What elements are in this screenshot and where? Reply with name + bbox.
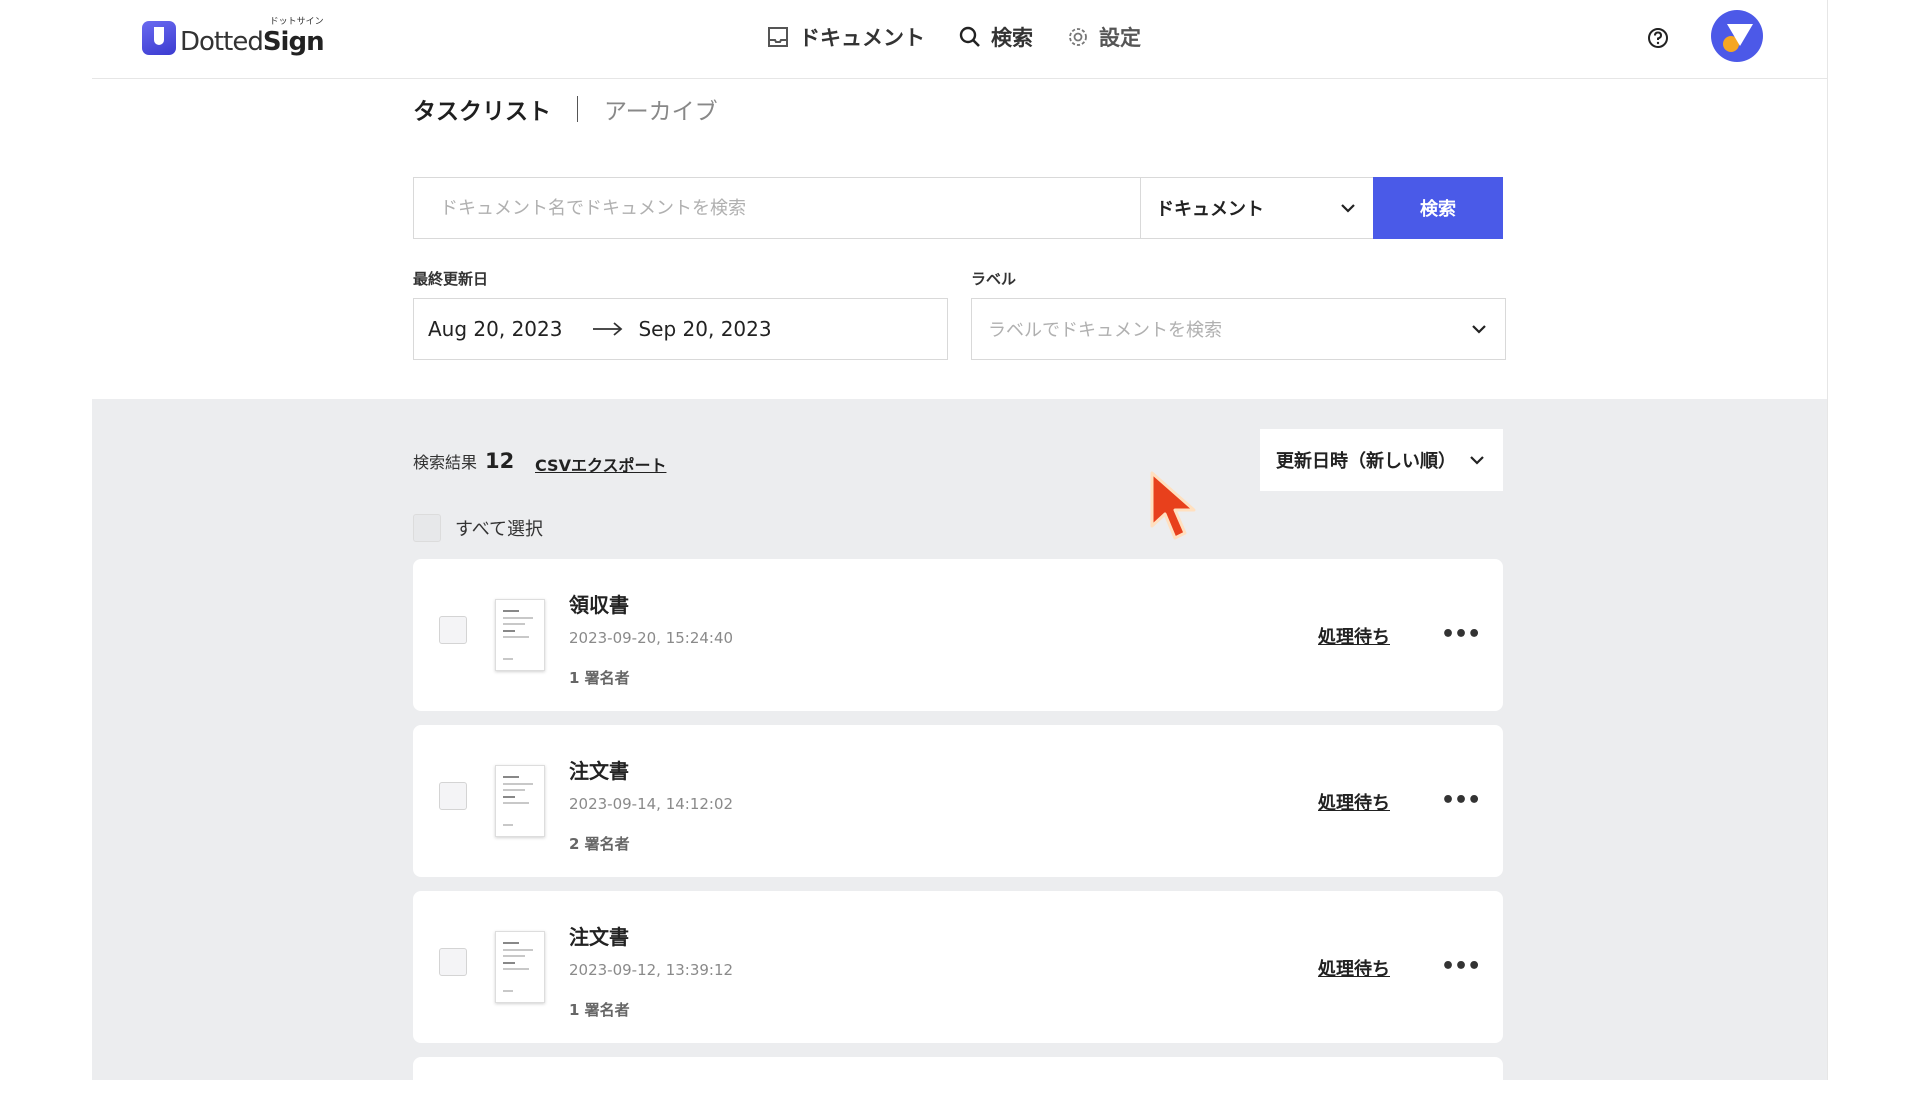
help-circle-icon bbox=[1648, 28, 1668, 48]
document-card-partial[interactable] bbox=[413, 1057, 1503, 1097]
document-title[interactable]: 注文書 bbox=[569, 755, 629, 784]
document-status-link[interactable]: 処理待ち bbox=[1318, 623, 1390, 649]
more-options-icon[interactable]: ••• bbox=[1441, 788, 1481, 813]
nav-search[interactable]: 検索 bbox=[959, 22, 1033, 52]
document-card[interactable]: 注文書 2023-09-14, 14:12:02 2 署名者 処理待ち ••• bbox=[413, 725, 1503, 877]
date-from[interactable]: Aug 20, 2023 bbox=[428, 317, 562, 341]
document-thumbnail bbox=[495, 765, 545, 837]
results-panel: 検索結果 12 CSVエクスポート 更新日時（新しい順） すべて選択 領収書 2… bbox=[92, 399, 1827, 1097]
document-title[interactable]: 領収書 bbox=[569, 589, 629, 618]
select-all-checkbox[interactable] bbox=[413, 514, 441, 542]
arrow-right-icon bbox=[593, 322, 623, 336]
results-count: 検索結果 12 bbox=[413, 449, 514, 473]
document-thumbnail bbox=[495, 931, 545, 1003]
search-input[interactable] bbox=[413, 177, 1141, 239]
mouse-cursor-icon bbox=[1150, 471, 1196, 540]
logo-ruby: ドットサイン bbox=[269, 17, 324, 27]
help-button[interactable] bbox=[1647, 27, 1669, 53]
chevron-down-icon bbox=[1341, 204, 1355, 213]
more-options-icon[interactable]: ••• bbox=[1441, 954, 1481, 979]
app-window: ドットサイン DottedSign ドキュメント 検索 設定 タスクリスト アー… bbox=[92, 0, 1828, 1097]
document-type-select[interactable]: ドキュメント bbox=[1140, 177, 1375, 239]
document-date: 2023-09-12, 13:39:12 bbox=[569, 961, 734, 979]
document-card[interactable]: 注文書 2023-09-12, 13:39:12 1 署名者 処理待ち ••• bbox=[413, 891, 1503, 1043]
sort-select-value: 更新日時（新しい順） bbox=[1276, 451, 1456, 472]
document-checkbox[interactable] bbox=[439, 616, 467, 644]
document-title[interactable]: 注文書 bbox=[569, 921, 629, 950]
csv-export-link[interactable]: CSVエクスポート bbox=[535, 452, 666, 476]
label-filter-label: ラベル bbox=[971, 270, 1017, 288]
document-status-link[interactable]: 処理待ち bbox=[1318, 955, 1390, 981]
tabs: タスクリスト アーカイブ bbox=[413, 92, 718, 126]
label-select[interactable]: ラベルでドキュメントを検索 bbox=[971, 298, 1506, 360]
results-count-label: 検索結果 bbox=[413, 453, 478, 472]
nav-settings[interactable]: 設定 bbox=[1067, 22, 1141, 52]
document-date: 2023-09-14, 14:12:02 bbox=[569, 795, 734, 813]
logo-name: DottedSign bbox=[180, 27, 325, 57]
select-all[interactable]: すべて選択 bbox=[413, 514, 543, 542]
select-all-label: すべて選択 bbox=[455, 519, 544, 540]
main-nav: ドキュメント 検索 設定 bbox=[767, 22, 1141, 52]
document-signers: 2 署名者 bbox=[569, 835, 630, 853]
tab-divider bbox=[577, 96, 578, 122]
nav-documents-label: ドキュメント bbox=[799, 26, 925, 50]
tab-tasklist[interactable]: タスクリスト bbox=[413, 92, 551, 126]
gear-icon bbox=[1069, 28, 1087, 46]
document-checkbox[interactable] bbox=[439, 948, 467, 976]
top-header: ドットサイン DottedSign ドキュメント 検索 設定 bbox=[92, 0, 1827, 79]
nav-documents[interactable]: ドキュメント bbox=[767, 22, 925, 52]
document-card[interactable]: 領収書 2023-09-20, 15:24:40 1 署名者 処理待ち ••• bbox=[413, 559, 1503, 711]
date-filter-label: 最終更新日 bbox=[413, 270, 489, 288]
dottedsign-logo[interactable]: ドットサイン DottedSign bbox=[142, 17, 325, 57]
results-count-number: 12 bbox=[485, 449, 515, 473]
logo-mark-icon bbox=[142, 21, 176, 55]
nav-search-label: 検索 bbox=[991, 26, 1033, 50]
tab-archive[interactable]: アーカイブ bbox=[604, 92, 718, 126]
inbox-icon bbox=[768, 27, 788, 47]
search-button[interactable]: 検索 bbox=[1373, 177, 1503, 239]
date-range-picker[interactable]: Aug 20, 2023 Sep 20, 2023 bbox=[413, 298, 948, 360]
avatar[interactable] bbox=[1711, 10, 1763, 62]
nav-settings-label: 設定 bbox=[1099, 26, 1141, 50]
document-status-link[interactable]: 処理待ち bbox=[1318, 789, 1390, 815]
document-type-value: ドキュメント bbox=[1156, 199, 1264, 220]
document-date: 2023-09-20, 15:24:40 bbox=[569, 629, 734, 647]
label-select-placeholder: ラベルでドキュメントを検索 bbox=[988, 320, 1222, 341]
chevron-down-icon bbox=[1472, 325, 1486, 334]
document-thumbnail bbox=[495, 599, 545, 671]
document-signers: 1 署名者 bbox=[569, 1001, 630, 1019]
more-options-icon[interactable]: ••• bbox=[1441, 622, 1481, 647]
search-icon bbox=[959, 26, 980, 47]
document-checkbox[interactable] bbox=[439, 782, 467, 810]
date-to[interactable]: Sep 20, 2023 bbox=[638, 317, 771, 341]
sort-select[interactable]: 更新日時（新しい順） bbox=[1260, 429, 1503, 491]
document-signers: 1 署名者 bbox=[569, 669, 630, 687]
chevron-down-icon bbox=[1470, 456, 1484, 465]
